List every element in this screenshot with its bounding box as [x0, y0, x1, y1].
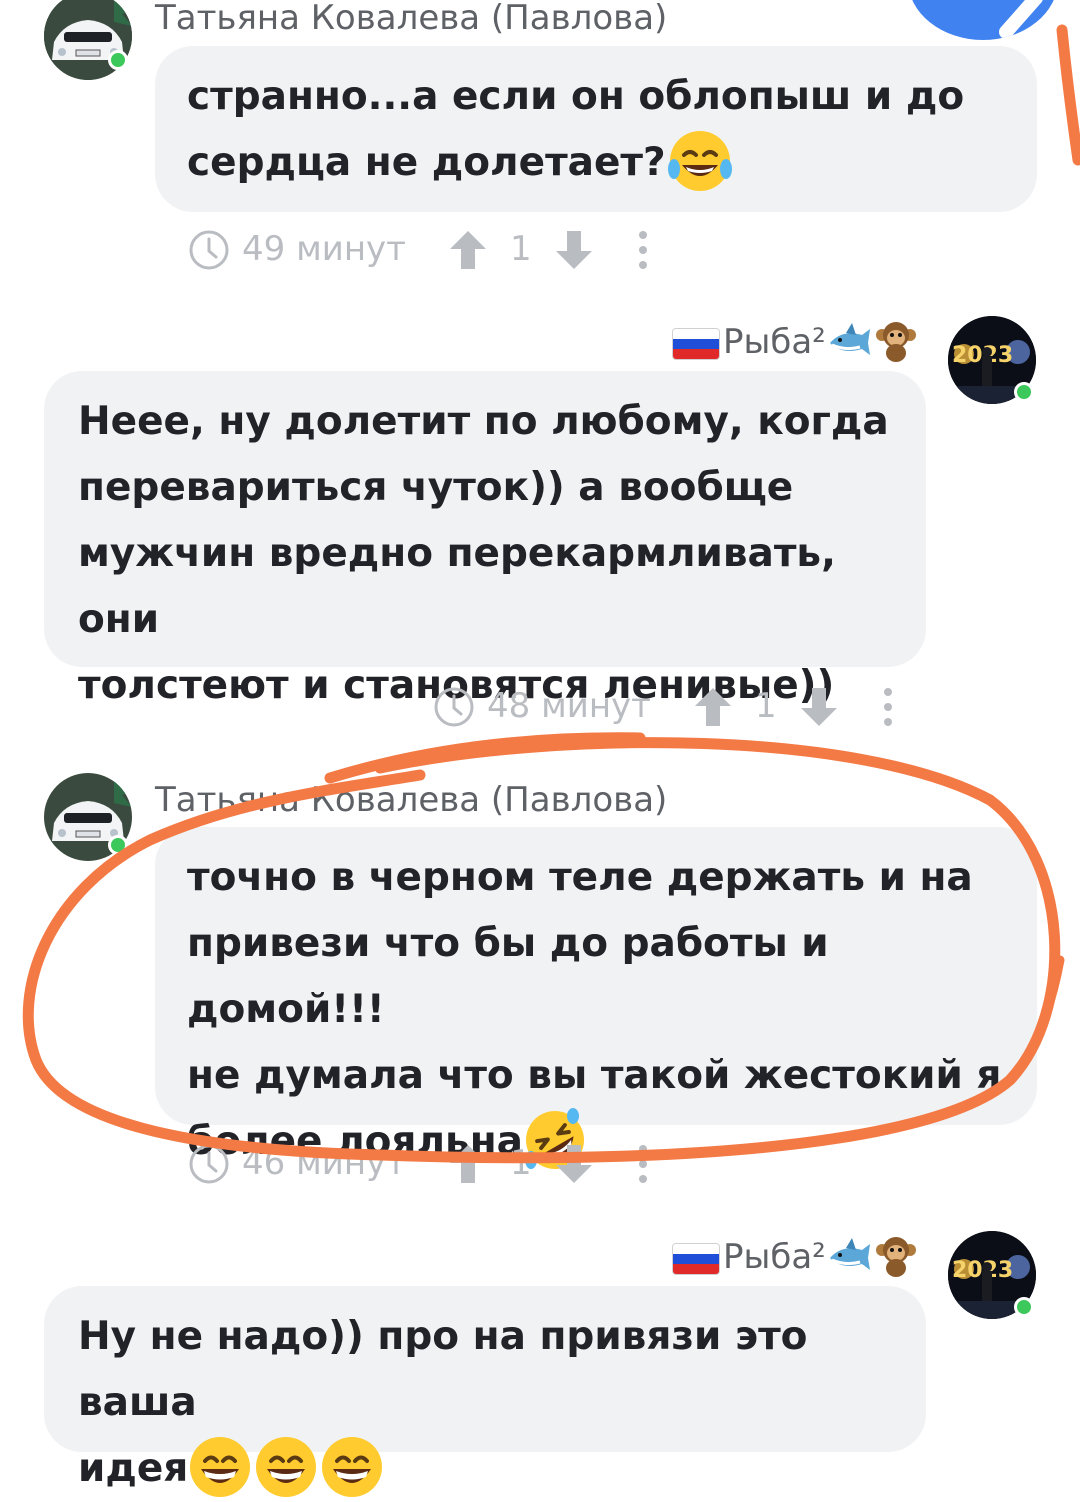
- comment-text-line: мужчин вредно перекармливать, они: [78, 531, 836, 642]
- comment-meta: 49 минут 1: [188, 229, 668, 271]
- vote-count: 1: [510, 1143, 532, 1183]
- monkey-emoji: [875, 321, 916, 362]
- floating-action-button[interactable]: [908, 0, 1058, 40]
- arrow-up-icon[interactable]: [693, 686, 733, 728]
- avatar[interactable]: [44, 0, 132, 80]
- arrow-up-icon[interactable]: [448, 1143, 488, 1185]
- russia-flag-icon: [673, 328, 719, 359]
- clock-icon: [189, 1144, 229, 1184]
- clock-icon: [434, 687, 474, 727]
- online-indicator: [108, 835, 128, 855]
- comment-text-line: привези что бы до работы и домой!!!: [187, 921, 829, 1032]
- arrow-down-icon[interactable]: [799, 686, 839, 728]
- comment-author[interactable]: Рыба²: [673, 1236, 918, 1278]
- more-vertical-icon[interactable]: [636, 1143, 650, 1185]
- annotation-overlap-stroke: [324, 732, 646, 784]
- avatar[interactable]: 2023: [948, 316, 1036, 404]
- comment-bubble: Неее, ну долетит по любому, когда перева…: [44, 371, 926, 708]
- comment-author[interactable]: Татьяна Ковалева (Павлова): [155, 780, 667, 820]
- clock-icon: [189, 230, 229, 270]
- comment-text-line: не думала что вы такой жестокий я: [187, 1053, 1002, 1098]
- comment-author[interactable]: Рыба²: [673, 321, 918, 363]
- more-vertical-icon[interactable]: [636, 229, 650, 271]
- avatar[interactable]: 2023: [948, 1231, 1036, 1319]
- comment-time: 48 минут: [487, 686, 651, 726]
- annotation-edge-stroke: [1056, 24, 1080, 166]
- monkey-emoji: [875, 1236, 916, 1277]
- shark-emoji: [829, 322, 870, 355]
- comment-text-line: Неее, ну долетит по любому, когда: [78, 399, 889, 444]
- arrow-up-icon[interactable]: [448, 229, 488, 271]
- comment-text-line: точно в черном теле держать и на: [187, 855, 973, 900]
- comment-bubble: точно в черном теле держать и на привези…: [155, 827, 1037, 1169]
- russia-flag-icon: [673, 1243, 719, 1274]
- more-vertical-icon[interactable]: [881, 686, 895, 728]
- grinning-emoji: [190, 1436, 251, 1497]
- online-indicator: [108, 50, 128, 70]
- comment-author[interactable]: Татьяна Ковалева (Павлова): [155, 0, 667, 38]
- online-indicator: [1014, 382, 1034, 402]
- grinning-emoji: [322, 1436, 383, 1497]
- vote-count: 1: [510, 229, 532, 269]
- laughing-tears-emoji: [667, 130, 732, 191]
- annotation-overlay: [22, 24, 1080, 1164]
- comment-text-line: сердца не долетает?: [187, 130, 1037, 196]
- comment-text-line: идея: [78, 1436, 926, 1502]
- avatar[interactable]: [44, 773, 132, 861]
- comment-time: 46 минут: [242, 1143, 406, 1183]
- arrow-down-icon[interactable]: [554, 1143, 594, 1185]
- comment-bubble: Ну не надо)) про на привязи это ваша иде…: [44, 1286, 926, 1497]
- comment-meta: 46 минут 1: [188, 1143, 668, 1185]
- online-indicator: [1014, 1297, 1034, 1317]
- comment-text-line: Ну не надо)) про на привязи это ваша: [78, 1314, 808, 1425]
- comment-meta: 48 минут 1: [433, 686, 913, 728]
- comment-text-line: странно...а если он облопыш и до: [187, 74, 965, 119]
- comment-text-line: перевариться чуток)) а вообще: [78, 465, 794, 510]
- vote-count: 1: [755, 686, 777, 726]
- grinning-emoji: [256, 1436, 317, 1497]
- edit-icon: [999, 0, 1043, 39]
- arrow-down-icon[interactable]: [554, 229, 594, 271]
- comment-time: 49 минут: [242, 229, 406, 269]
- shark-emoji: [829, 1237, 870, 1270]
- comment-bubble: странно...а если он облопыш и до сердца …: [155, 46, 1037, 212]
